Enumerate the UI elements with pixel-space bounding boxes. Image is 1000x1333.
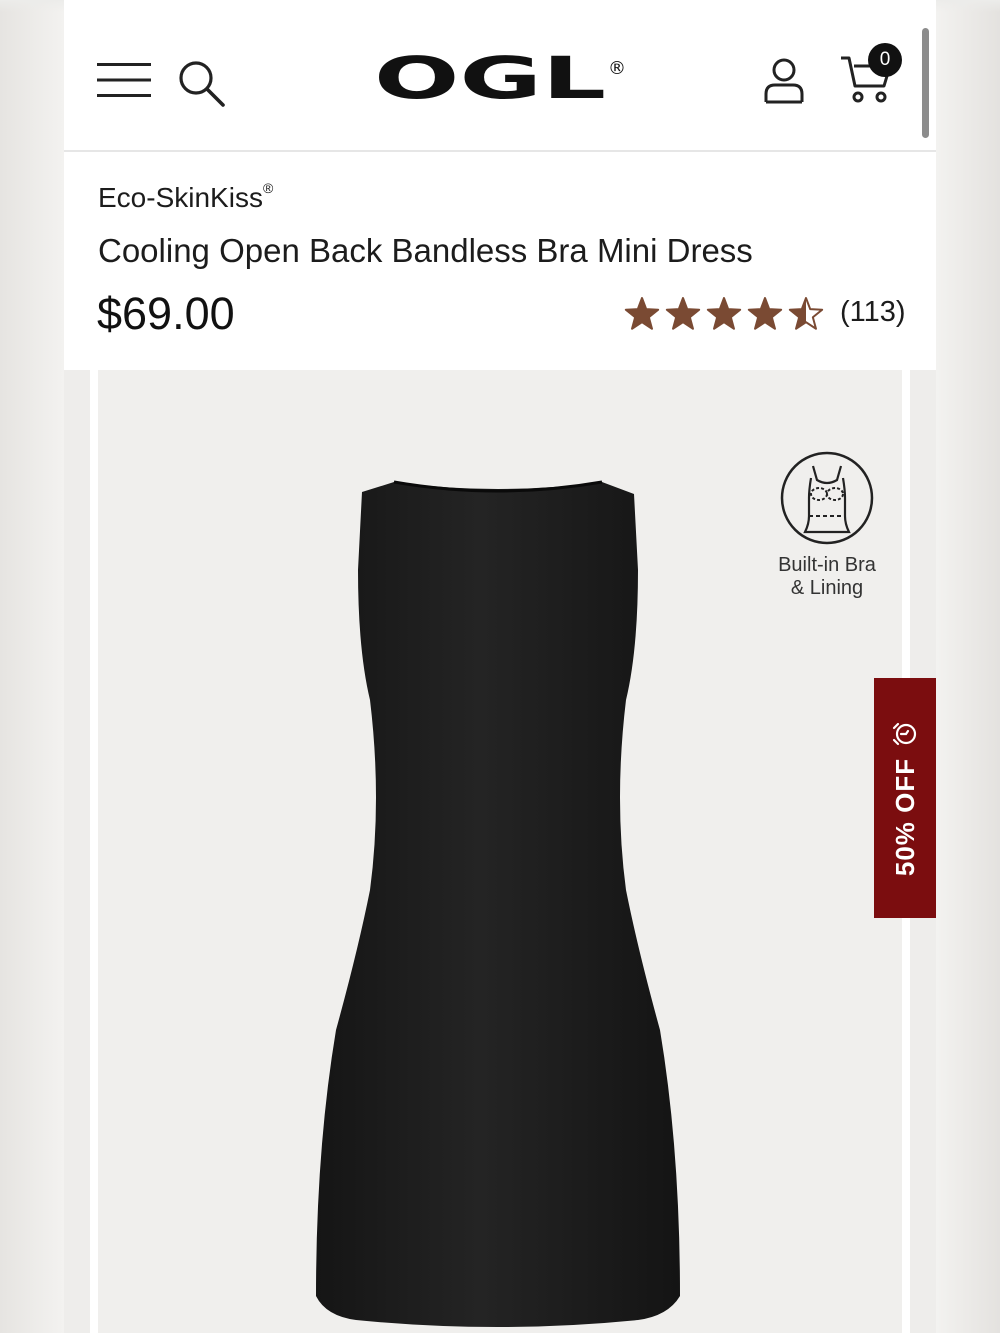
search-icon[interactable] [177, 59, 227, 109]
promo-tab-50-off[interactable]: 50% OFF [874, 678, 936, 918]
product-title: Cooling Open Back Bandless Bra Mini Dres… [98, 232, 753, 269]
product-image[interactable]: Built-in Bra & Lining [98, 370, 902, 1333]
rating-star [624, 297, 660, 330]
promo-text: 50% OFF [889, 757, 920, 877]
cart-count-badge: 0 [868, 43, 902, 77]
product-price: $69.00 [97, 288, 235, 339]
rating-star [747, 297, 783, 330]
ogl-logo[interactable]: OGL ® [374, 52, 626, 108]
product-page: OGL ® 0 Eco-SkinKiss® Cooling Open Back … [64, 0, 936, 1333]
promo-tab-content: 50% OFF [874, 678, 936, 918]
alarm-clock-icon [892, 722, 917, 745]
user-account-icon[interactable] [762, 56, 806, 104]
site-header: OGL ® 0 [64, 0, 936, 152]
rating-stars [624, 297, 824, 330]
built-in-bra-icon [780, 451, 874, 545]
svg-text:OGL: OGL [374, 52, 606, 108]
review-count: (113) [840, 296, 906, 328]
feature-label-line-2: & Lining [790, 577, 864, 599]
product-rating[interactable]: (113) [624, 294, 914, 334]
feature-label-line-1: Built-in Bra [778, 554, 876, 576]
product-info: Eco-SkinKiss® Cooling Open Back Bandless… [64, 152, 936, 370]
cart-button[interactable]: 0 [840, 43, 906, 108]
svg-text:®: ® [608, 58, 626, 79]
product-gallery[interactable]: Built-in Bra & Lining 50% OFF [64, 370, 936, 1333]
brand-name: Eco-SkinKiss [98, 182, 263, 213]
rating-star [788, 297, 824, 330]
product-brand[interactable]: Eco-SkinKiss® [98, 179, 274, 214]
gallery-divider-left [90, 370, 98, 1333]
brand-registered-mark: ® [262, 179, 274, 196]
feature-badge: Built-in Bra & Lining [762, 450, 892, 610]
feature-label: Built-in Bra & Lining [762, 554, 892, 600]
black-mini-dress-image [316, 480, 680, 1327]
rating-star [706, 297, 742, 330]
rating-star [665, 297, 701, 330]
scrollbar[interactable] [922, 28, 929, 138]
hamburger-menu-icon[interactable] [97, 62, 151, 98]
